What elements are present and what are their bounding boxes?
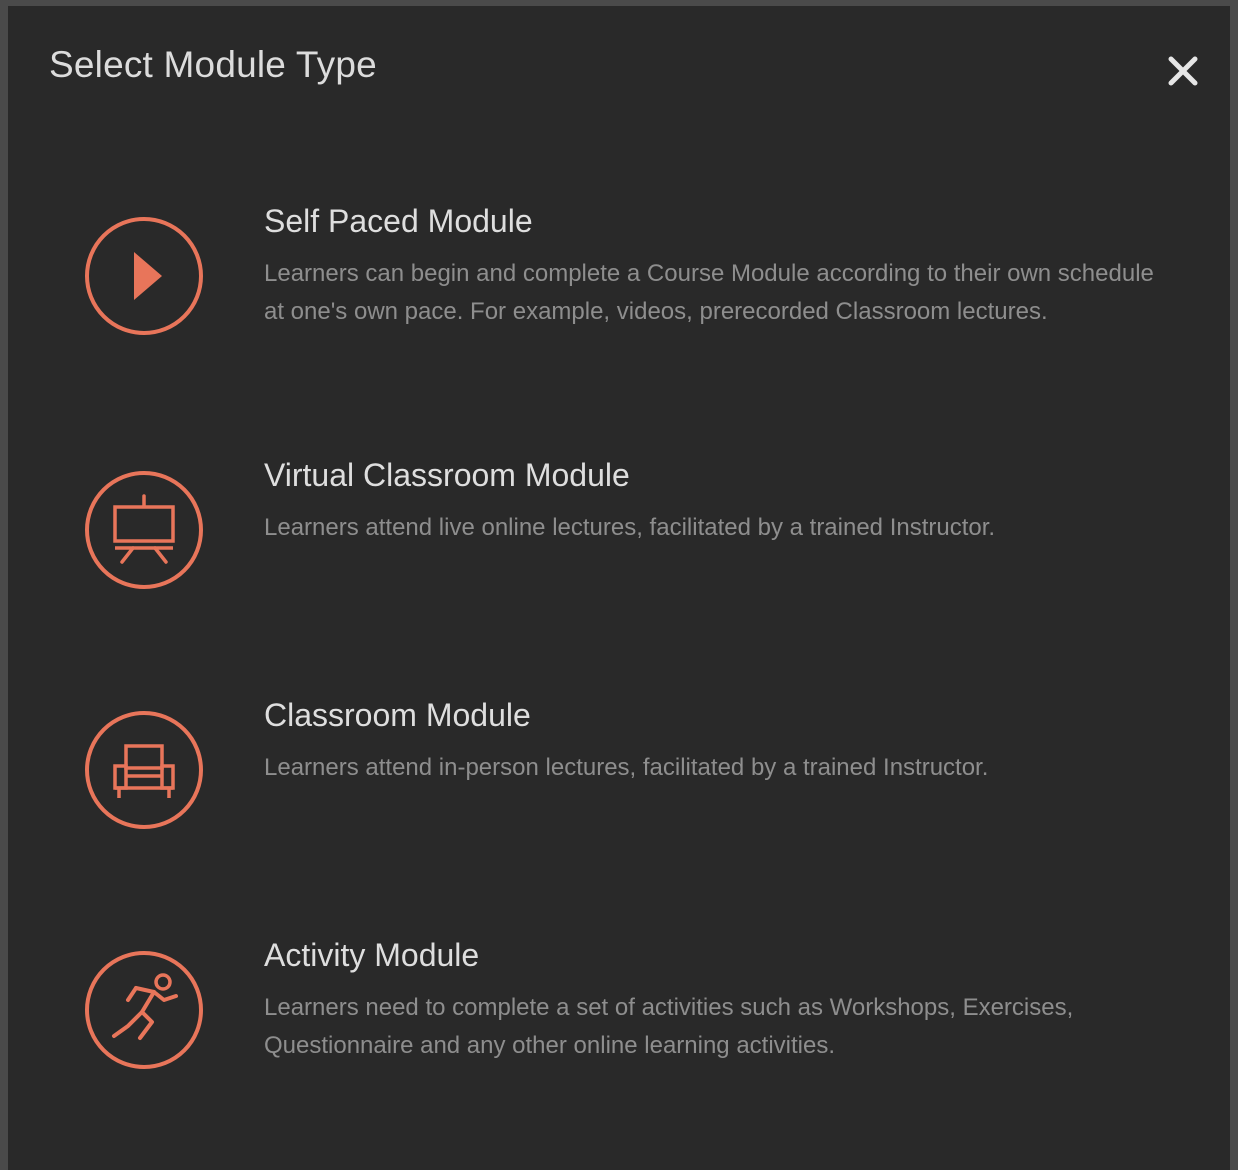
self-paced-icon-circle	[84, 216, 204, 336]
virtual-classroom-icon-circle	[84, 470, 204, 590]
dialog-title: Select Module Type	[49, 44, 377, 85]
option-text: Self Paced Module Learners can begin and…	[264, 201, 1164, 331]
close-button[interactable]	[1166, 54, 1200, 88]
play-icon	[85, 217, 203, 335]
option-self-paced-module[interactable]: Self Paced Module Learners can begin and…	[8, 201, 1230, 381]
presentation-board-icon	[85, 471, 203, 589]
option-description: Learners need to complete a set of activ…	[264, 994, 1074, 1059]
close-icon	[1168, 56, 1198, 86]
option-title: Classroom Module	[264, 697, 531, 733]
option-activity-module[interactable]: Activity Module Learners need to complet…	[8, 935, 1230, 1105]
option-virtual-classroom-module[interactable]: Virtual Classroom Module Learners attend…	[8, 455, 1230, 615]
running-person-icon	[85, 951, 203, 1069]
option-text: Activity Module Learners need to complet…	[264, 935, 1164, 1065]
chair-icon	[85, 711, 203, 829]
option-title: Virtual Classroom Module	[264, 457, 630, 493]
activity-icon-circle	[84, 950, 204, 1070]
option-description: Learners can begin and complete a Course…	[264, 260, 1154, 325]
option-classroom-module[interactable]: Classroom Module Learners attend in-pers…	[8, 695, 1230, 855]
option-title: Self Paced Module	[264, 203, 533, 239]
option-description: Learners attend in-person lectures, faci…	[264, 754, 989, 781]
select-module-type-dialog: Select Module Type Self Paced Module Lea…	[8, 6, 1230, 1170]
option-description: Learners attend live online lectures, fa…	[264, 514, 996, 541]
classroom-icon-circle	[84, 710, 204, 830]
option-title: Activity Module	[264, 937, 480, 973]
option-text: Classroom Module Learners attend in-pers…	[264, 695, 1164, 787]
option-text: Virtual Classroom Module Learners attend…	[264, 455, 1164, 547]
